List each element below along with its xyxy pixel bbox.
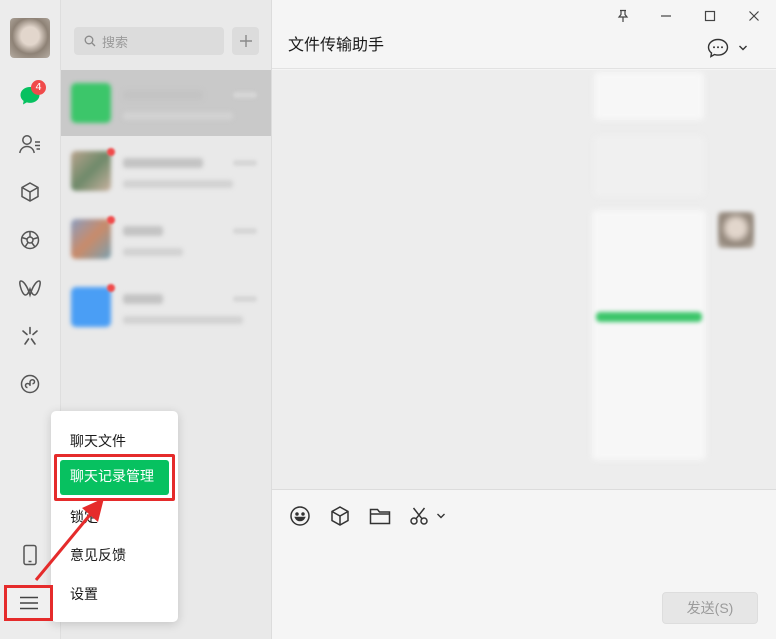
favorites-button[interactable] <box>328 504 352 528</box>
minimize-icon <box>661 15 671 17</box>
menu-item-settings[interactable]: 设置 <box>70 584 98 604</box>
pin-icon <box>617 9 629 22</box>
sparkle-icon[interactable] <box>16 322 44 350</box>
maximize-button[interactable] <box>699 6 721 26</box>
menu-item-feedback[interactable]: 意见反馈 <box>70 545 126 565</box>
list-item[interactable] <box>61 70 271 136</box>
add-button[interactable] <box>232 27 259 55</box>
close-button[interactable] <box>743 6 765 26</box>
moments-icon[interactable] <box>16 226 44 254</box>
emoji-button[interactable] <box>288 504 312 528</box>
screenshot-button[interactable] <box>408 504 452 528</box>
chat-header: 文件传输助手 <box>272 0 776 69</box>
chevron-down-icon <box>739 45 747 51</box>
settings-menu: 聊天文件 聊天记录管理 锁定 意见反馈 设置 <box>51 411 178 622</box>
cube-icon <box>331 506 349 526</box>
list-item[interactable] <box>61 274 271 340</box>
menu-icon <box>19 596 38 610</box>
chevron-down-icon <box>437 513 445 519</box>
menu-item-lock[interactable]: 锁定 <box>70 507 98 527</box>
send-button[interactable]: 发送(S) <box>662 592 758 624</box>
list-item[interactable] <box>61 206 271 272</box>
emoji-icon <box>290 506 310 526</box>
chat-panel: 文件传输助手 发送(S) <box>272 0 776 639</box>
channels-icon[interactable] <box>16 274 44 302</box>
scissors-icon <box>410 507 428 525</box>
plus-icon <box>239 35 252 47</box>
avatar[interactable] <box>10 18 50 58</box>
folder-icon <box>369 508 391 525</box>
miniprogram-icon[interactable] <box>16 370 44 398</box>
unread-badge: 4 <box>31 80 46 95</box>
file-button[interactable] <box>368 504 392 528</box>
search-placeholder: 搜索 <box>102 34 129 50</box>
maximize-icon <box>704 10 716 22</box>
pin-button[interactable] <box>612 6 634 26</box>
more-options-button[interactable] <box>706 37 748 59</box>
close-icon <box>749 11 759 21</box>
contacts-icon[interactable] <box>16 130 44 158</box>
menu-item-chat-files[interactable]: 聊天文件 <box>70 431 126 451</box>
list-item[interactable] <box>61 138 271 204</box>
phone-icon[interactable] <box>16 541 44 569</box>
cube-icon[interactable] <box>16 178 44 206</box>
page-title: 文件传输助手 <box>288 35 385 54</box>
minimize-button[interactable] <box>655 6 677 26</box>
search-icon <box>84 35 96 47</box>
highlight-box: 聊天记录管理 <box>54 454 175 501</box>
message-area[interactable] <box>272 70 776 489</box>
menu-item-chat-history-management[interactable]: 聊天记录管理 <box>60 460 169 495</box>
search-input[interactable]: 搜索 <box>74 27 224 55</box>
message-avatar[interactable] <box>718 212 754 248</box>
chat-bubble-icon <box>707 38 729 58</box>
composer: 发送(S) <box>272 489 776 639</box>
menu-button[interactable] <box>4 585 53 621</box>
